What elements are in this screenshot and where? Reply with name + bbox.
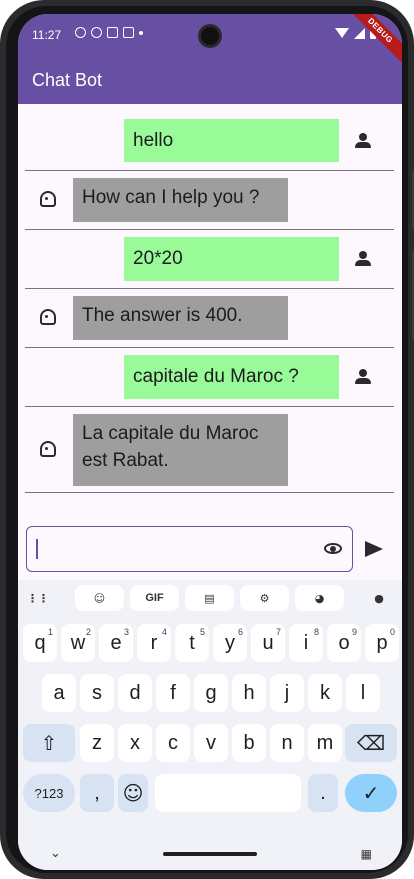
send-button[interactable]	[365, 541, 383, 557]
wifi-icon	[335, 28, 349, 38]
status-bar: 11:27 DEBUG	[18, 14, 402, 72]
bot-icon	[40, 309, 56, 325]
bot-icon	[40, 441, 56, 457]
debug-banner: DEBUG	[339, 14, 402, 72]
key-r[interactable]: r4	[137, 624, 171, 662]
backspace-key[interactable]: ⌫	[345, 724, 397, 762]
signal-icon	[354, 27, 365, 39]
chat-row: capitale du Maroc ?	[25, 348, 394, 407]
key-u[interactable]: u7	[251, 624, 285, 662]
key-p[interactable]: p0	[365, 624, 399, 662]
key-d[interactable]: d	[118, 674, 152, 712]
key-n[interactable]: n	[270, 724, 304, 762]
gear-icon[interactable]: ⚙	[240, 585, 289, 611]
key-z[interactable]: z	[80, 724, 114, 762]
key-i[interactable]: i8	[289, 624, 323, 662]
shift-icon: ⇧	[40, 731, 58, 755]
comma-key[interactable]: ,	[80, 774, 114, 812]
emoji-icon: ☺	[122, 781, 144, 805]
keyboard-switch-icon[interactable]: ▦	[361, 847, 372, 861]
emoji-key[interactable]: ☺	[118, 774, 148, 812]
eye-icon[interactable]	[324, 543, 342, 554]
key-m[interactable]: m	[308, 724, 342, 762]
bot-message-bubble: How can I help you ?	[73, 178, 288, 222]
key-g[interactable]: g	[194, 674, 228, 712]
clipboard-status-icon	[123, 27, 134, 38]
key-e[interactable]: e3	[99, 624, 133, 662]
user-message-bubble: 20*20	[124, 237, 339, 281]
shift-key[interactable]: ⇧	[23, 724, 75, 762]
chat-row: 20*20	[25, 230, 394, 289]
space-key[interactable]	[155, 774, 301, 812]
person-icon	[355, 369, 371, 385]
key-y[interactable]: y6	[213, 624, 247, 662]
shield-icon	[107, 27, 118, 38]
screen: 11:27 DEBUG Chat Bot hello How can I hel…	[18, 14, 402, 870]
clipboard-icon[interactable]: ▤	[185, 585, 234, 611]
blocked-icon	[91, 27, 102, 38]
symbols-key[interactable]: ?123	[23, 774, 75, 812]
text-caret	[36, 539, 38, 559]
chevron-down-icon[interactable]: ⌄	[50, 846, 61, 861]
status-time: 11:27	[32, 28, 62, 42]
key-w[interactable]: w2	[61, 624, 95, 662]
user-message-bubble: hello	[124, 119, 339, 162]
key-x[interactable]: x	[118, 724, 152, 762]
key-o[interactable]: o9	[327, 624, 361, 662]
key-s[interactable]: s	[80, 674, 114, 712]
backspace-icon: ⌫	[356, 731, 386, 755]
grid-icon[interactable]: ⋮⋮	[24, 585, 52, 611]
key-t[interactable]: t5	[175, 624, 209, 662]
enter-key[interactable]: ✓	[345, 774, 397, 812]
chat-list[interactable]: hello How can I help you ? 20*20 The ans…	[18, 104, 402, 504]
phone-frame: 11:27 DEBUG Chat Bot hello How can I hel…	[0, 0, 414, 879]
person-icon	[355, 251, 371, 267]
app-title: Chat Bot	[32, 70, 103, 90]
user-message-bubble: capitale du Maroc ?	[124, 355, 339, 399]
dot-icon	[139, 31, 143, 35]
palette-icon[interactable]: ◕	[295, 585, 344, 611]
key-j[interactable]: j	[270, 674, 304, 712]
message-input[interactable]	[26, 526, 353, 572]
front-camera	[198, 24, 222, 48]
chat-row: hello	[25, 104, 394, 171]
check-icon: ✓	[362, 781, 380, 805]
key-h[interactable]: h	[232, 674, 266, 712]
gif-button[interactable]: GIF	[130, 585, 179, 611]
sticker-icon[interactable]: ☺	[75, 585, 124, 611]
bot-icon	[40, 191, 56, 207]
info-icon	[75, 27, 86, 38]
bot-message-bubble: The answer is 400.	[73, 296, 288, 340]
chat-row: La capitale du Maroc est Rabat.	[25, 407, 394, 493]
key-c[interactable]: c	[156, 724, 190, 762]
chat-row: How can I help you ?	[25, 171, 394, 230]
app-bar: 11:27 DEBUG Chat Bot	[18, 14, 402, 104]
navigation-bar: ⌄ ▦	[18, 840, 402, 870]
period-key[interactable]: .	[308, 774, 338, 812]
bot-message-bubble: La capitale du Maroc est Rabat.	[73, 414, 288, 486]
home-gesture-bar[interactable]	[163, 852, 257, 856]
key-a[interactable]: a	[42, 674, 76, 712]
key-b[interactable]: b	[232, 724, 266, 762]
key-v[interactable]: v	[194, 724, 228, 762]
key-q[interactable]: q1	[23, 624, 57, 662]
person-icon	[355, 133, 371, 149]
status-notification-icons	[75, 27, 143, 38]
soft-keyboard: ⋮⋮ ☺ GIF ▤ ⚙ ◕ ● q1 w2 e3 r4 t5 y6 u7 i8…	[18, 580, 402, 870]
mic-icon[interactable]: ●	[366, 585, 392, 611]
key-l[interactable]: l	[346, 674, 380, 712]
chat-row: The answer is 400.	[25, 289, 394, 348]
key-k[interactable]: k	[308, 674, 342, 712]
key-f[interactable]: f	[156, 674, 190, 712]
